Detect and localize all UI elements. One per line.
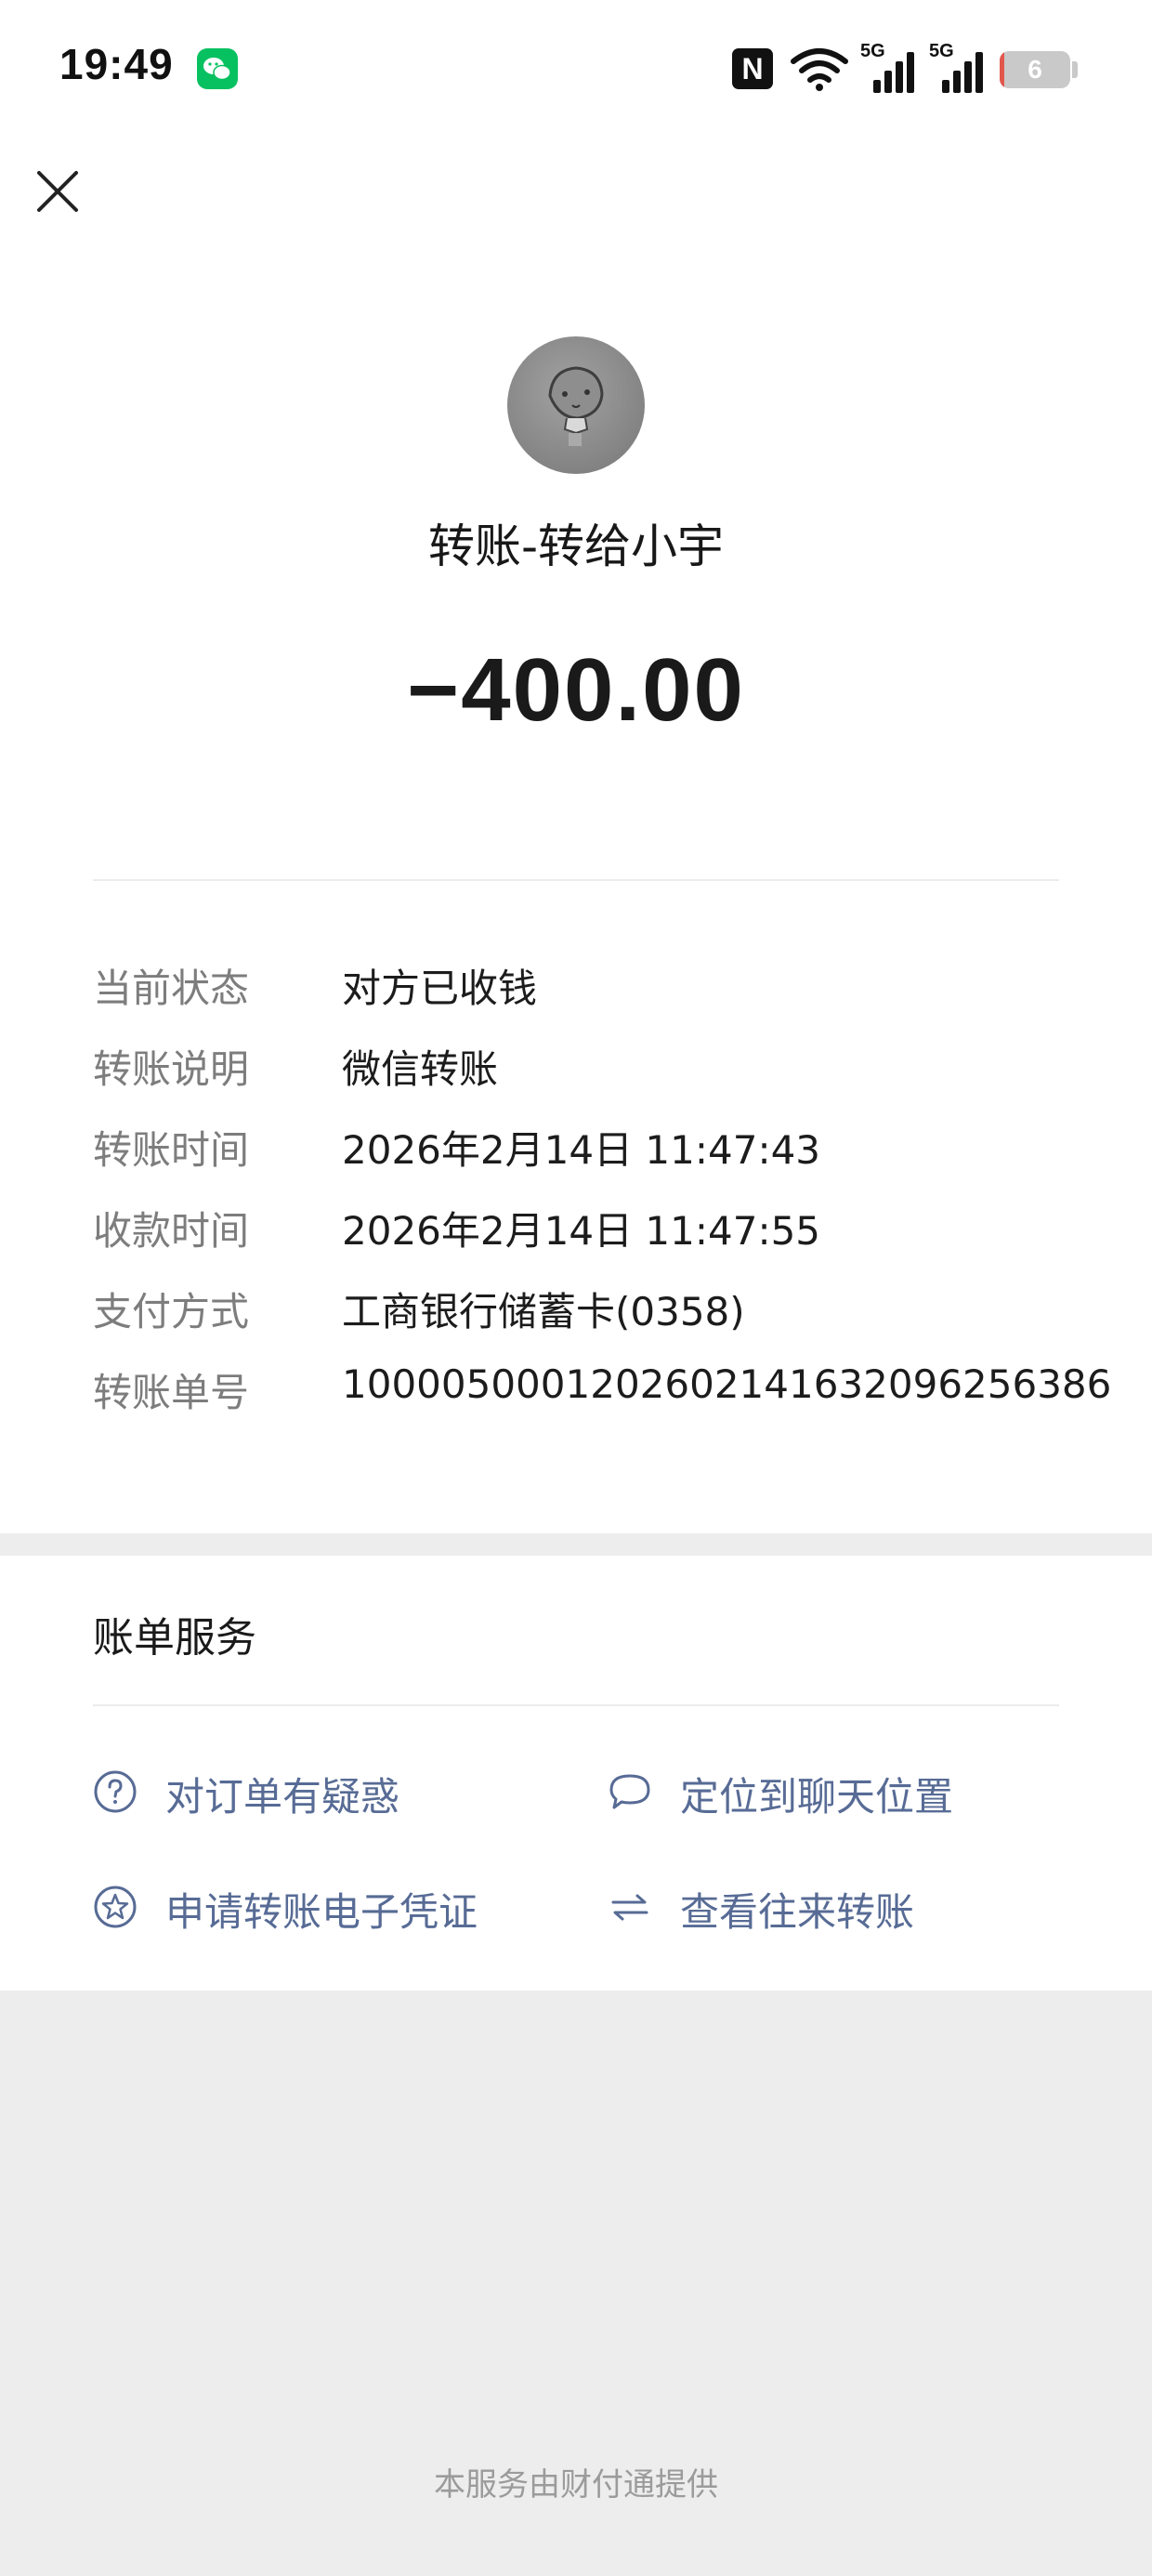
star-circle-icon <box>94 1886 137 1928</box>
detail-row-note: 转账说明 微信转账 <box>0 1038 1152 1094</box>
detail-value: 对方已收钱 <box>342 966 538 1011</box>
cell-signal-icon-sim1: 5G <box>860 41 918 93</box>
detail-value[interactable]: 1000050001202602141632096256386 <box>342 1361 1111 1407</box>
bill-services-title: 账单服务 <box>93 1614 256 1662</box>
detail-label: 当前状态 <box>93 966 250 1011</box>
detail-label: 转账单号 <box>93 1370 250 1415</box>
detail-value: 2026年2月14日 11:47:55 <box>342 1208 821 1254</box>
battery-tip <box>1072 61 1078 78</box>
detail-row-order-number: 转账单号 1000050001202602141632096256386 <box>0 1361 1152 1417</box>
action-label: 对订单有疑惑 <box>165 1774 400 1820</box>
action-label: 查看往来转账 <box>680 1889 915 1935</box>
detail-row-status: 当前状态 对方已收钱 <box>0 957 1152 1013</box>
order-question-link[interactable]: 对订单有疑惑 <box>93 1762 520 1821</box>
transfer-amount: −400.00 <box>407 640 745 740</box>
detail-row-receive-time: 收款时间 2026年2月14日 11:47:55 <box>0 1200 1152 1255</box>
detail-row-transfer-time: 转账时间 2026年2月14日 11:47:43 <box>0 1119 1152 1175</box>
detail-value: 2026年2月14日 11:47:43 <box>342 1127 821 1173</box>
chat-bubble-icon <box>609 1774 650 1809</box>
detail-label: 转账时间 <box>93 1127 250 1173</box>
avatar[interactable] <box>507 336 645 474</box>
detail-row-payment-method: 支付方式 工商银行储蓄卡(0358) <box>0 1281 1152 1336</box>
wechat-notification-icon <box>197 48 238 89</box>
action-label: 定位到聊天位置 <box>680 1774 954 1820</box>
detail-label: 支付方式 <box>93 1289 250 1334</box>
request-voucher-link[interactable]: 申请转账电子凭证 <box>93 1877 520 1937</box>
detail-label: 收款时间 <box>93 1208 250 1254</box>
view-transfers-link[interactable]: 查看往来转账 <box>608 1877 1035 1937</box>
question-circle-icon <box>94 1770 137 1813</box>
status-time: 19:49 <box>59 40 174 88</box>
locate-chat-link[interactable]: 定位到聊天位置 <box>608 1762 1035 1821</box>
detail-value: 工商银行储蓄卡(0358) <box>342 1289 745 1334</box>
transfer-title: 转账-转给小宇 <box>427 519 725 573</box>
transfer-detail-page: 19:49 N 5G 5G 6 转账-转给小宇 −400.00 当前状态 对方已… <box>0 0 1152 2576</box>
action-label: 申请转账电子凭证 <box>165 1889 478 1935</box>
divider <box>93 1704 1059 1706</box>
divider <box>93 879 1059 881</box>
wifi-icon <box>790 45 849 93</box>
close-icon <box>37 171 78 212</box>
section-gap <box>0 1533 1152 1556</box>
nfc-icon: N <box>732 48 773 89</box>
footer-provider-text: 本服务由财付通提供 <box>434 2466 718 2504</box>
detail-label: 转账说明 <box>93 1046 250 1092</box>
battery-icon: 6 <box>1000 51 1070 88</box>
battery-percent: 6 <box>1028 55 1042 84</box>
swap-arrows-icon <box>611 1894 648 1921</box>
status-bar: 19:49 N 5G 5G 6 <box>0 0 1152 139</box>
detail-value: 微信转账 <box>342 1046 499 1092</box>
cell-signal-icon-sim2: 5G <box>929 41 987 93</box>
close-button[interactable] <box>30 164 85 219</box>
